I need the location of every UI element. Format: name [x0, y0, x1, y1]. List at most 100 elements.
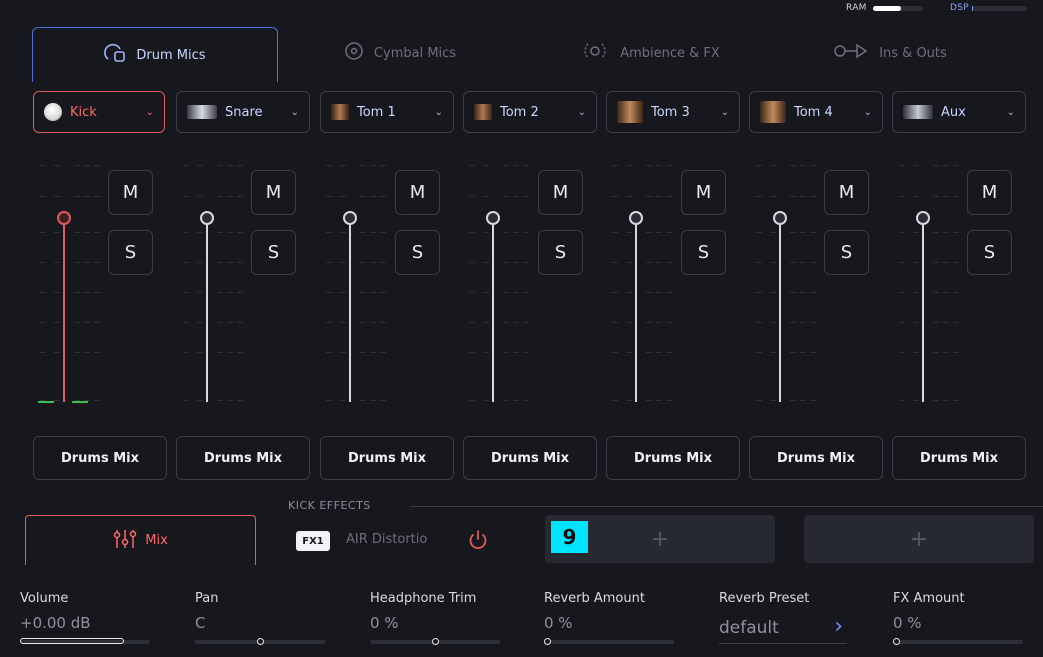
- fader-scale-tick: [913, 232, 919, 233]
- output-select-tom-3[interactable]: Drums Mix: [606, 436, 740, 480]
- fader-scale-tick: [54, 292, 60, 293]
- tab-ambience-fx[interactable]: Ambience & FX: [545, 27, 755, 79]
- mute-button-tom-2[interactable]: M: [538, 170, 583, 215]
- solo-button-aux[interactable]: S: [967, 230, 1012, 275]
- fx-amount-slider[interactable]: [893, 638, 1023, 645]
- reverb-amount-slider[interactable]: [544, 638, 674, 645]
- tab-cymbal-mics[interactable]: Cymbal Mics: [300, 27, 500, 79]
- solo-button-tom-1[interactable]: S: [395, 230, 440, 275]
- volume-value[interactable]: +0.00 dB: [20, 614, 91, 632]
- reverb-amount-value[interactable]: 0 %: [544, 614, 573, 632]
- solo-button-snare[interactable]: S: [251, 230, 296, 275]
- fader-scale-tick: [626, 322, 632, 323]
- fader-scale-tick: [756, 352, 762, 353]
- fader-scale-tick: [612, 322, 618, 323]
- fader-track-tom-3[interactable]: [635, 222, 637, 402]
- pan-value[interactable]: C: [195, 614, 205, 632]
- fader-scale-tick: [197, 262, 203, 263]
- fader-scale-tick: [84, 262, 90, 263]
- reverb-amount-slider-handle[interactable]: [544, 638, 551, 645]
- fx-amount-slider-handle[interactable]: [893, 638, 900, 645]
- solo-button-tom-4[interactable]: S: [824, 230, 869, 275]
- fx-amount-value[interactable]: 0 %: [893, 614, 922, 632]
- fader-track-snare[interactable]: [206, 222, 208, 402]
- tab-drum-mics[interactable]: Drum Mics: [32, 27, 278, 82]
- fader-scale-tick: [94, 322, 100, 323]
- pan-slider-handle[interactable]: [256, 638, 264, 645]
- fader-scale-tick: [612, 196, 618, 197]
- output-select-tom-2[interactable]: Drums Mix: [463, 436, 597, 480]
- solo-button-tom-3[interactable]: S: [681, 230, 726, 275]
- fx-slot-add-3[interactable]: +: [804, 515, 1034, 563]
- reverb-preset-value: default: [719, 618, 779, 638]
- fader-scale-tick: [237, 232, 243, 233]
- fader-scale-tick: [646, 292, 652, 293]
- fader-track-aux[interactable]: [922, 222, 924, 402]
- fader-scale-tick: [913, 165, 919, 166]
- fader-track-tom-2[interactable]: [492, 222, 494, 402]
- mix-button[interactable]: Mix: [25, 515, 256, 565]
- headphone-trim-value[interactable]: 0 %: [370, 614, 399, 632]
- fader-handle-snare[interactable]: [200, 211, 214, 225]
- channel-select-tom-4[interactable]: Tom 4 ⌄: [749, 91, 883, 133]
- pan-label: Pan: [195, 591, 219, 606]
- fader-scale-tick: [227, 232, 233, 233]
- mute-button-snare[interactable]: M: [251, 170, 296, 215]
- tab-ins-outs[interactable]: Ins & Outs: [800, 27, 980, 79]
- solo-button-kick[interactable]: S: [108, 230, 153, 275]
- headphone-trim-slider[interactable]: [370, 638, 500, 645]
- fader-scale-tick: [217, 400, 223, 401]
- mute-button-tom-1[interactable]: M: [395, 170, 440, 215]
- reverb-preset-selector[interactable]: default ›: [719, 614, 847, 644]
- solo-button-tom-2[interactable]: S: [538, 230, 583, 275]
- channel-select-aux[interactable]: Aux ⌄: [892, 91, 1026, 133]
- fader-scale-tick: [227, 400, 233, 401]
- fader-scale-tick: [360, 400, 366, 401]
- power-icon[interactable]: [467, 529, 489, 555]
- fader-track-tom-1[interactable]: [349, 222, 351, 402]
- fader-handle-aux[interactable]: [916, 211, 930, 225]
- volume-label: Volume: [20, 591, 69, 606]
- channel-select-tom-3[interactable]: Tom 3 ⌄: [606, 91, 740, 133]
- output-select-aux[interactable]: Drums Mix: [892, 436, 1026, 480]
- fader-scale-tick: [360, 352, 366, 353]
- mute-button-aux[interactable]: M: [967, 170, 1012, 215]
- channel-select-snare[interactable]: Snare ⌄: [176, 91, 310, 133]
- channel-select-tom-2[interactable]: Tom 2 ⌄: [463, 91, 597, 133]
- fader-scale-tick: [380, 322, 386, 323]
- output-select-tom-4[interactable]: Drums Mix: [749, 436, 883, 480]
- fader-track-tom-4[interactable]: [779, 222, 781, 402]
- mute-button-kick[interactable]: M: [108, 170, 153, 215]
- fx-name[interactable]: AIR Distortio: [346, 532, 427, 547]
- fader-scale-tick: [326, 322, 332, 323]
- pan-slider[interactable]: [195, 638, 325, 645]
- fader-scale-tick: [666, 292, 672, 293]
- fader-handle-kick[interactable]: [57, 211, 71, 225]
- mute-button-tom-4[interactable]: M: [824, 170, 869, 215]
- fader-scale-tick: [810, 352, 816, 353]
- output-select-kick[interactable]: Drums Mix: [33, 436, 167, 480]
- volume-slider[interactable]: [20, 638, 150, 644]
- output-select-snare[interactable]: Drums Mix: [176, 436, 310, 480]
- channel-select-tom-1[interactable]: Tom 1 ⌄: [320, 91, 454, 133]
- fader-handle-tom-3[interactable]: [629, 211, 643, 225]
- output-select-tom-1[interactable]: Drums Mix: [320, 436, 454, 480]
- fader-scale-tick: [943, 196, 949, 197]
- fader-handle-tom-2[interactable]: [486, 211, 500, 225]
- fader-scale-tick: [913, 292, 919, 293]
- fader-scale-tick: [612, 262, 618, 263]
- fader-handle-tom-1[interactable]: [343, 211, 357, 225]
- fader-scale-tick: [800, 165, 806, 166]
- mute-button-tom-3[interactable]: M: [681, 170, 726, 215]
- fader-scale-tick: [360, 292, 366, 293]
- fader-scale-tick: [54, 196, 60, 197]
- fx-amount-label: FX Amount: [893, 591, 965, 606]
- channel-select-kick[interactable]: Kick ⌄: [33, 91, 165, 133]
- fader-handle-tom-4[interactable]: [773, 211, 787, 225]
- fader-scale-tick: [469, 165, 475, 166]
- fader-track-kick[interactable]: [63, 222, 65, 402]
- fader-scale-tick: [523, 322, 529, 323]
- fader-scale-tick: [54, 322, 60, 323]
- headphone-trim-slider-handle[interactable]: [431, 638, 439, 645]
- fader-scale-tick: [183, 196, 189, 197]
